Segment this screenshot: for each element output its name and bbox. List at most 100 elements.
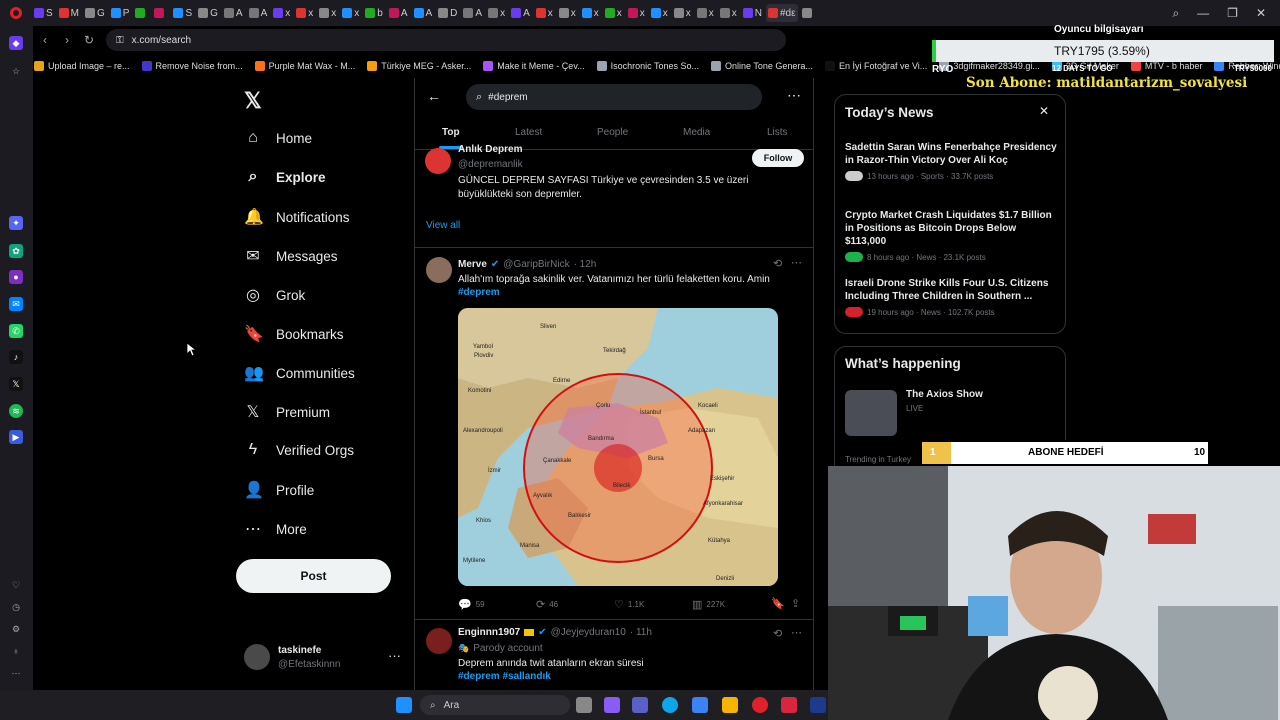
close-icon[interactable]: ✕ (1256, 6, 1266, 21)
avatar[interactable] (426, 628, 452, 654)
nav-item-messages[interactable]: ✉ Messages (244, 246, 337, 266)
bookmark-item[interactable]: Make it Meme - Çev... (483, 61, 585, 71)
forward-icon[interactable]: › (56, 33, 78, 47)
aria-icon[interactable]: ◆ (9, 36, 23, 50)
browser-tab[interactable]: P (109, 4, 132, 22)
browser-tab[interactable]: A (387, 4, 410, 22)
tweet[interactable]: Enginnn1907 ✔ @Jeyjeyduran10 · 11h ⟲ ⋯ 🎭… (415, 620, 813, 690)
browser-tab[interactable]: A (222, 4, 245, 22)
app-icon[interactable]: ● (9, 270, 23, 284)
browser-tab[interactable]: x (557, 4, 578, 22)
browser-tab[interactable]: x (534, 4, 555, 22)
browser-tab[interactable]: x (317, 4, 338, 22)
teams-icon[interactable] (632, 697, 648, 713)
lightbulb-icon[interactable]: ♁ (9, 644, 23, 658)
opera-taskbar-icon[interactable] (752, 697, 768, 713)
hashtag-link[interactable]: #deprem (458, 287, 500, 298)
back-icon[interactable]: ‹ (34, 33, 56, 47)
browser-tab[interactable]: G (196, 4, 220, 22)
nav-item-profile[interactable]: 👤 Profile (244, 480, 314, 500)
browser-tab[interactable]: A (461, 4, 484, 22)
browser-tab[interactable]: G (83, 4, 107, 22)
hashtag-links[interactable]: #deprem #sallandık (458, 671, 551, 682)
browser-tab[interactable]: x (486, 4, 507, 22)
bookmark-item[interactable]: Türkiye MEG - Asker... (367, 61, 471, 71)
browser-tab[interactable]: b (363, 4, 385, 22)
repost-button[interactable]: ⟳ 46 (536, 598, 558, 611)
nav-item-notifications[interactable]: 🔔 Notifications (244, 207, 350, 227)
news-item[interactable]: Crypto Market Crash Liquidates $1.7 Bill… (845, 209, 1059, 262)
search-input[interactable]: ⌕ #deprem (466, 84, 762, 110)
user-name[interactable]: Anlık Deprem (458, 144, 522, 155)
bookmark-icon[interactable]: 🔖 (771, 597, 785, 610)
store-icon[interactable] (692, 697, 708, 713)
news-item[interactable]: Sadettin Saran Wins Fenerbahçe Presidenc… (845, 141, 1059, 181)
more-icon[interactable]: ⋯ (9, 666, 23, 680)
earthquake-map-image[interactable]: Sliven Yambol Plovdiv Edirne Tekirdağ Çorlu İs… (458, 308, 778, 586)
edge-icon[interactable] (662, 697, 678, 713)
site-info-icon[interactable]: ⚿ (116, 35, 124, 46)
browser-tab[interactable]: A (412, 4, 435, 22)
browser-tab[interactable]: x (695, 4, 716, 22)
view-all-link[interactable]: View all (426, 220, 460, 231)
more-options-icon[interactable]: ⋯ (787, 87, 801, 104)
people-result[interactable]: Anlık Deprem @depremanlik Follow GÜNCEL … (415, 144, 813, 248)
browser-tab[interactable]: D (436, 4, 459, 22)
nav-item-communities[interactable]: 👥 Communities (244, 363, 355, 383)
browser-tab[interactable] (800, 4, 817, 22)
share-icon[interactable]: ⇪ (791, 597, 800, 610)
search-tabs-icon[interactable]: ⌕ (1172, 6, 1179, 21)
more-dots-icon[interactable]: ⋯ (791, 626, 802, 639)
post-button[interactable]: Post (236, 559, 391, 593)
tiktok-icon[interactable]: ♪ (9, 350, 23, 364)
browser-tab[interactable]: x (340, 4, 361, 22)
x-logo-icon[interactable]: 𝕏 (244, 88, 262, 114)
bookmark-item[interactable]: Purple Mat Wax - M... (254, 61, 355, 71)
x-icon[interactable]: 𝕏 (9, 377, 23, 391)
tweet-author[interactable]: Merve (458, 259, 487, 270)
task-view-icon[interactable] (576, 697, 592, 713)
browser-tab[interactable]: S (171, 4, 194, 22)
browser-tab[interactable]: #dε (765, 4, 798, 22)
show-thumbnail[interactable] (845, 390, 897, 436)
browser-tab[interactable]: A (509, 4, 532, 22)
browser-tab[interactable]: x (649, 4, 670, 22)
browser-tab[interactable]: N (741, 4, 764, 22)
news-item[interactable]: Israeli Drone Strike Kills Four U.S. Cit… (845, 277, 1059, 317)
minimize-icon[interactable]: — (1197, 6, 1209, 21)
tweet-time[interactable]: · 12h (574, 259, 597, 270)
spotify-icon[interactable]: ≋ (9, 404, 23, 418)
tab-lists[interactable]: Lists (767, 127, 788, 138)
nav-item-grok[interactable]: ◎ Grok (244, 285, 305, 305)
app-taskbar-icon[interactable] (781, 697, 797, 713)
grok-explain-icon[interactable]: ⟲ (773, 627, 782, 640)
nav-item-premium[interactable]: 𝕏 Premium (244, 402, 330, 422)
like-button[interactable]: ♡ 1.1K (614, 598, 644, 611)
account-switcher[interactable]: taskinefe @Efetaskinnn ··· (244, 642, 404, 674)
browser-tab[interactable]: x (718, 4, 739, 22)
messenger-icon[interactable]: ✉ (9, 297, 23, 311)
grok-explain-icon[interactable]: ⟲ (773, 257, 782, 270)
maximize-icon[interactable]: ❐ (1227, 6, 1238, 21)
bookmark-item[interactable]: Isochronic Tones So... (596, 61, 699, 71)
browser-tab[interactable]: A (247, 4, 270, 22)
chatgpt-icon[interactable]: ✿ (9, 244, 23, 258)
tweet-time[interactable]: · 11h (630, 627, 652, 638)
bookmark-item[interactable]: En İyi Fotoğraf ve Vi... (824, 61, 927, 71)
heart-icon[interactable]: ♡ (9, 578, 23, 592)
windows-start-icon[interactable] (396, 697, 412, 713)
tweet-author[interactable]: Enginnn1907 (458, 627, 520, 638)
whatsapp-icon[interactable]: ✆ (9, 324, 23, 338)
nav-item-bookmarks[interactable]: 🔖 Bookmarks (244, 324, 344, 344)
bookmark-item[interactable]: Remove Noise from... (141, 61, 243, 71)
avatar[interactable] (425, 148, 451, 174)
browser-tab[interactable] (133, 4, 150, 22)
browser-tab[interactable]: x (580, 4, 601, 22)
views-button[interactable]: ▥ 227K (692, 598, 725, 611)
browser-tab[interactable]: x (294, 4, 315, 22)
ai-icon[interactable]: ✦ (9, 216, 23, 230)
copilot-icon[interactable] (604, 697, 620, 713)
file-explorer-icon[interactable] (722, 697, 738, 713)
tab-latest[interactable]: Latest (515, 127, 542, 138)
browser-tab[interactable]: x (603, 4, 624, 22)
